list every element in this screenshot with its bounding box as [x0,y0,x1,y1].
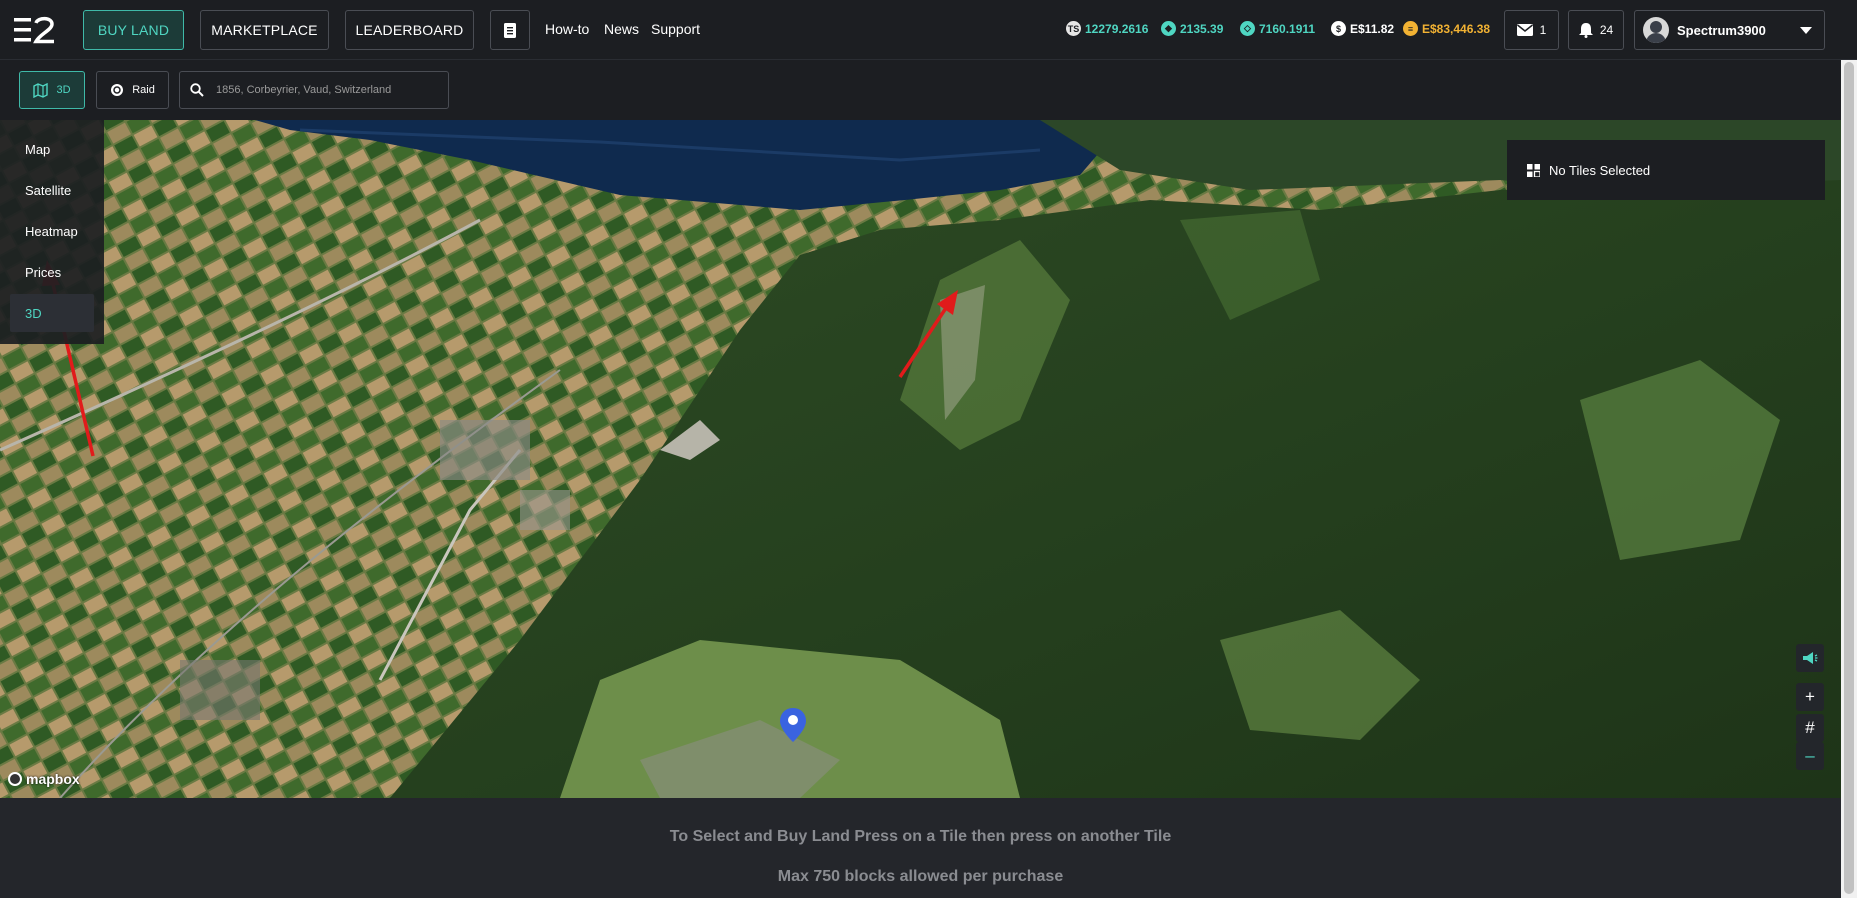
ts-balance[interactable]: TS 12279.2616 [1066,21,1148,36]
layer-heatmap[interactable]: Heatmap [10,212,94,250]
page-scrollbar[interactable] [1841,60,1857,898]
coin-value: 7160.1911 [1259,21,1316,36]
tiles-status: No Tiles Selected [1549,162,1651,178]
map-view-icon [33,82,49,98]
view-3d-label: 3D [56,84,71,96]
tiles-icon [1527,163,1540,177]
raid-icon [111,84,124,96]
annotation-arrows [42,260,958,457]
dollar-value: E$11.82 [1350,21,1395,36]
ts-value: 12279.2616 [1085,21,1149,36]
mapbox-icon [8,772,22,786]
location-pin-icon[interactable] [780,708,806,742]
notification-count: 24 [1599,23,1614,37]
zoom-in-button[interactable]: + [1796,683,1824,711]
satellite-3d-map[interactable] [0,120,1841,798]
gem-balance[interactable]: ◆ 2135.39 [1161,21,1223,36]
earth2-logo[interactable] [14,16,56,44]
layer-3d[interactable]: 3D [10,294,94,332]
document-icon [504,22,516,38]
news-link[interactable]: News [604,21,639,37]
dollar-icon: $ [1331,21,1346,36]
mapbox-attribution[interactable]: mapbox [8,771,80,787]
gem-value: 2135.39 [1180,21,1224,36]
buy-land-button[interactable]: BUY LAND [83,10,184,50]
chevron-down-icon [1800,27,1812,34]
scrollbar-thumb[interactable] [1844,62,1854,894]
mail-count: 1 [1539,23,1547,37]
dollar-balance[interactable]: $ E$11.82 [1331,21,1394,36]
grid-toggle-button[interactable]: # [1796,714,1824,742]
arrowhead-icon [937,290,958,315]
mail-icon [1516,24,1533,36]
gold-balance[interactable]: ≡ E$83,446.38 [1403,21,1490,36]
layer-prices[interactable]: Prices [10,253,94,291]
gold-coin-icon: ≡ [1403,21,1418,36]
marketplace-button[interactable]: MARKETPLACE [200,10,329,50]
leaderboard-button[interactable]: LEADERBOARD [345,10,474,50]
username: Spectrum3900 [1677,22,1766,38]
gem-icon: ◆ [1161,21,1176,36]
gold-value: E$83,446.38 [1422,21,1491,36]
coin-balance[interactable]: ◇ 7160.1911 [1240,21,1315,36]
instruction-line-2: Max 750 blocks allowed per purchase [777,868,1064,885]
instructions-footer: To Select and Buy Land Press on a Tile t… [0,798,1841,898]
howto-link[interactable]: How-to [545,21,589,37]
coin-icon: ◇ [1240,21,1255,36]
raid-label: Raid [132,84,155,96]
ts-icon: TS [1066,21,1081,36]
user-menu[interactable]: Spectrum3900 [1634,10,1825,50]
location-search[interactable] [179,71,449,109]
support-link[interactable]: Support [651,21,700,37]
notifications-button[interactable]: 24 [1568,10,1624,50]
bell-icon [1578,22,1593,38]
broadcast-button[interactable] [1796,644,1824,672]
view-3d-button[interactable]: 3D [19,71,85,109]
top-navbar: BUY LAND MARKETPLACE LEADERBOARD How-to … [0,0,1857,60]
search-icon [190,83,204,97]
megaphone-icon [1803,652,1818,664]
mapbox-label: mapbox [26,771,80,787]
layer-map[interactable]: Map [10,130,94,168]
map-layer-panel: Map Satellite Heatmap Prices 3D [0,120,104,344]
search-input[interactable] [214,83,438,97]
zoom-out-button[interactable]: – [1796,742,1824,770]
raid-button[interactable]: Raid [96,71,169,109]
instruction-line-1: To Select and Buy Land Press on a Tile t… [669,828,1172,845]
arrow-to-mountain [898,304,950,378]
document-button[interactable] [490,10,530,50]
tile-selection-panel: No Tiles Selected [1507,140,1825,200]
avatar [1643,17,1669,43]
mail-button[interactable]: 1 [1504,10,1559,50]
layer-satellite[interactable]: Satellite [10,171,94,209]
